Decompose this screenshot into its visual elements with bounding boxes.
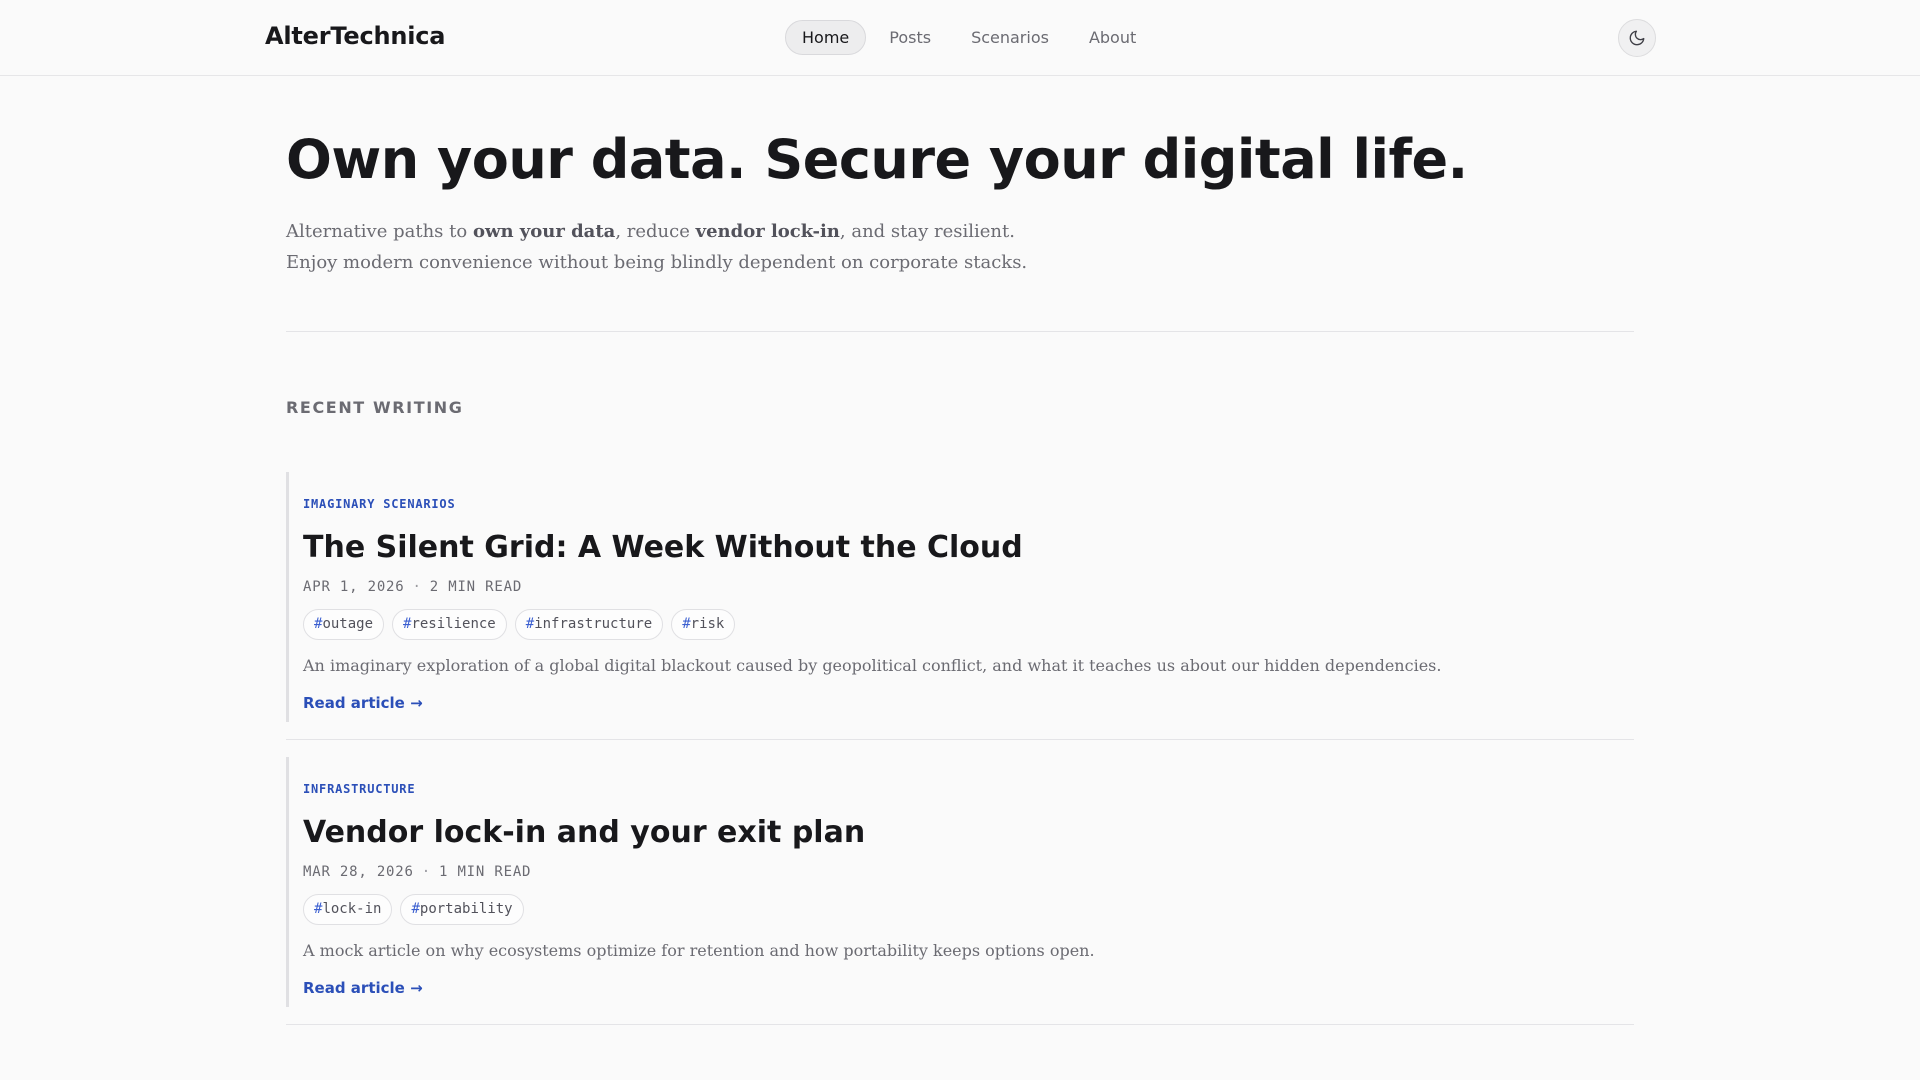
tag-chip[interactable]: #infrastructure	[514, 609, 664, 640]
main-content: Own your data. Secure your digital life.…	[286, 76, 1634, 1042]
nav-about[interactable]: About	[1072, 20, 1153, 55]
post-excerpt: A mock article on why ecosystems optimiz…	[303, 941, 1095, 960]
post-date: APR 1, 2026	[303, 579, 405, 595]
tag-label: lock-in	[322, 901, 382, 917]
tag-list: #outage #resilience #infrastructure #ris…	[303, 609, 1634, 640]
post-card: INFRASTRUCTURE Vendor lock-in and your e…	[286, 757, 1634, 1025]
hero-title: Own your data. Secure your digital life.	[286, 128, 1468, 191]
tag-chip[interactable]: #portability	[400, 894, 524, 925]
post-card: IMAGINARY SCENARIOS The Silent Grid: A W…	[286, 472, 1634, 740]
tag-chip[interactable]: #risk	[671, 609, 736, 640]
post-excerpt: An imaginary exploration of a global dig…	[303, 656, 1442, 675]
tag-label: outage	[322, 616, 374, 632]
read-article-link[interactable]: Read article →	[303, 979, 423, 997]
post-read-time: 1 MIN READ	[438, 864, 532, 880]
top-navbar: AlterTechnica Home Posts Scenarios About	[0, 0, 1920, 76]
nav-posts[interactable]: Posts	[872, 20, 948, 55]
post-title[interactable]: Vendor lock-in and your exit plan	[303, 814, 1634, 852]
post-read-time: 2 MIN READ	[429, 579, 523, 595]
tag-chip[interactable]: #outage	[303, 609, 385, 640]
hero-subtitle: Alternative paths to own your data, redu…	[286, 216, 1046, 278]
tag-chip[interactable]: #resilience	[392, 609, 507, 640]
site-logo[interactable]: AlterTechnica	[265, 22, 445, 50]
nav-scenarios[interactable]: Scenarios	[954, 20, 1066, 55]
tag-list: #lock-in #portability	[303, 894, 1634, 925]
main-nav: Home Posts Scenarios About	[785, 20, 1153, 55]
post-category[interactable]: INFRASTRUCTURE	[303, 782, 1634, 796]
tag-label: portability	[419, 901, 513, 917]
hero-subtitle-emphasis: vendor lock-in	[695, 221, 840, 242]
read-article-link[interactable]: Read article →	[303, 694, 423, 712]
post-title[interactable]: The Silent Grid: A Week Without the Clou…	[303, 529, 1634, 567]
section-divider	[286, 331, 1634, 332]
theme-toggle-button[interactable]	[1618, 19, 1656, 57]
tag-label: infrastructure	[534, 616, 653, 632]
moon-icon	[1629, 30, 1645, 46]
post-list: IMAGINARY SCENARIOS The Silent Grid: A W…	[286, 472, 1634, 1025]
tag-chip[interactable]: #lock-in	[303, 894, 393, 925]
hero-subtitle-text: Alternative paths to	[286, 221, 473, 242]
post-meta: APR 1, 2026 · 2 MIN READ	[303, 579, 523, 595]
post-date: MAR 28, 2026	[303, 864, 414, 880]
nav-home[interactable]: Home	[785, 20, 867, 55]
hero-subtitle-emphasis: own your data	[472, 221, 616, 242]
tag-label: resilience	[411, 616, 496, 632]
post-category[interactable]: IMAGINARY SCENARIOS	[303, 497, 1634, 511]
section-label: RECENT WRITING	[286, 398, 464, 417]
hero-subtitle-text: , reduce	[615, 221, 696, 242]
tag-label: risk	[690, 616, 725, 632]
post-meta: MAR 28, 2026 · 1 MIN READ	[303, 864, 532, 880]
